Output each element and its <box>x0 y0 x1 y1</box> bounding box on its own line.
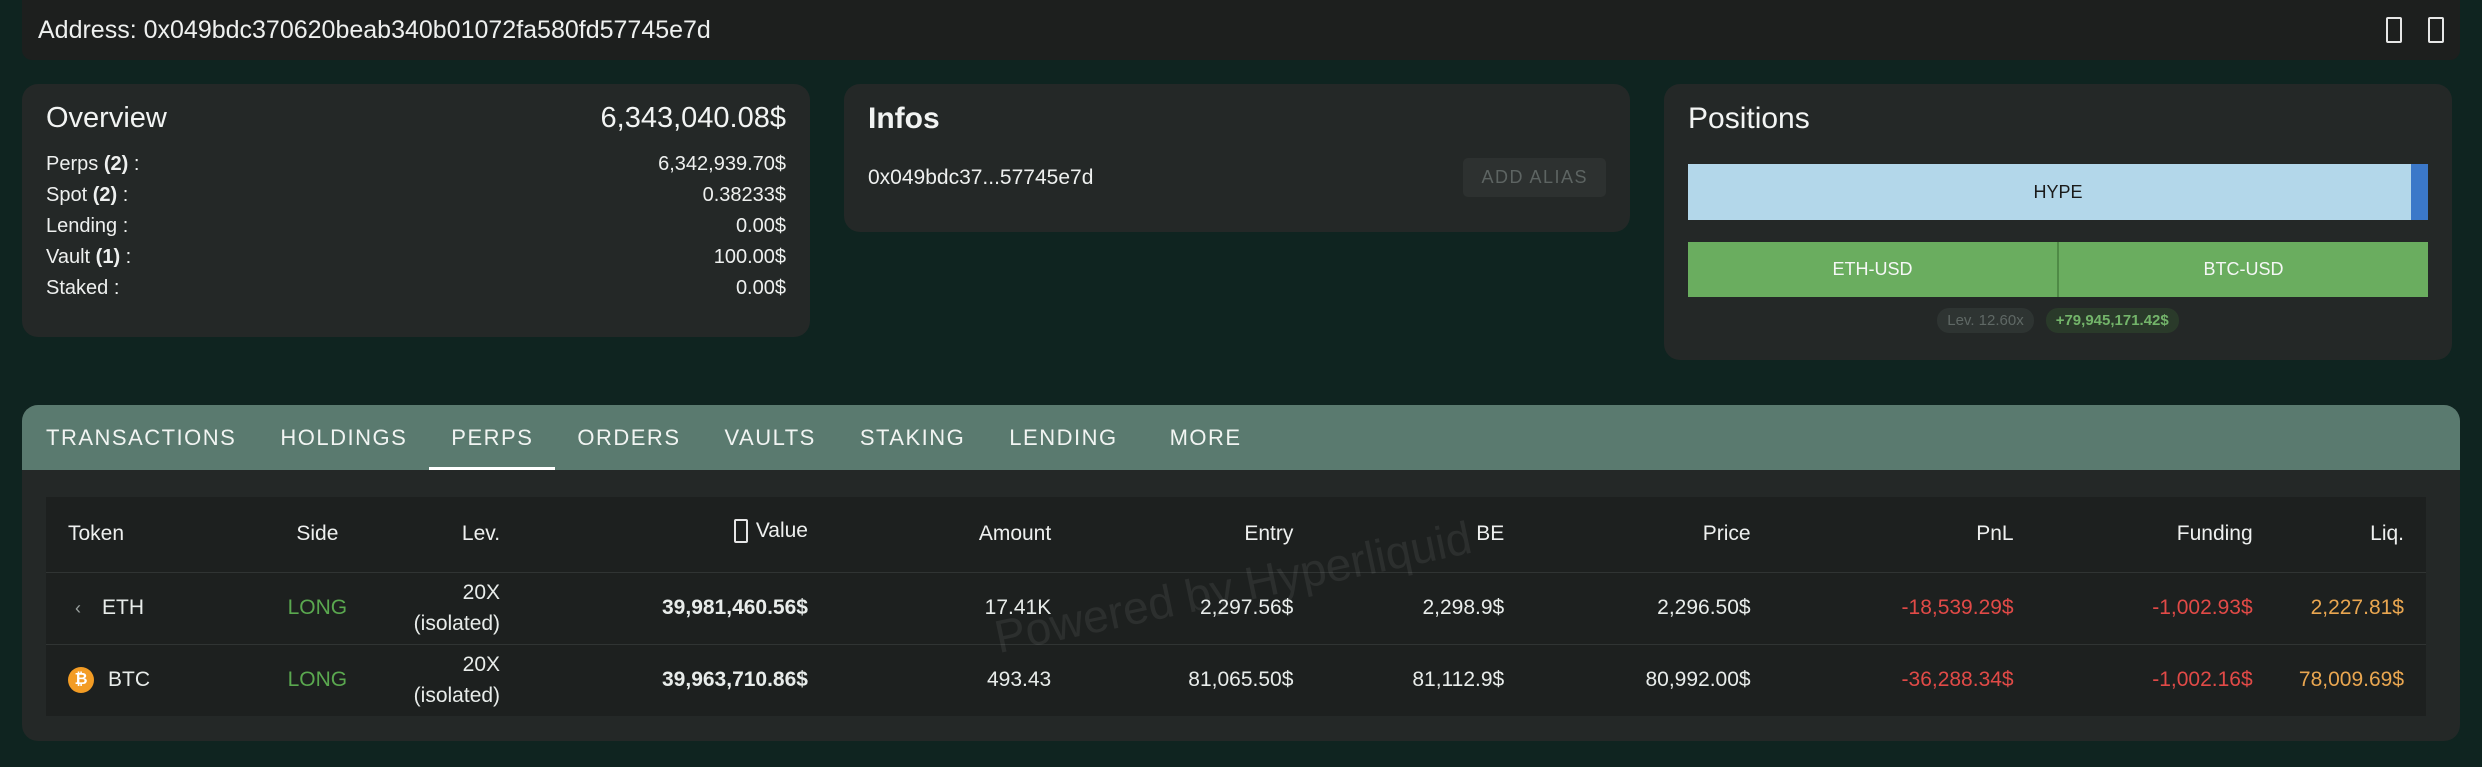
header-liq[interactable]: Liq. <box>2253 497 2426 572</box>
overview-row-vault: Vault (1) : 100.00$ <box>46 246 786 268</box>
address-text: Address: 0x049bdc370620beab340b01072fa58… <box>38 15 711 44</box>
header-be[interactable]: BE <box>1293 497 1504 572</box>
eth-icon: ‹ <box>75 597 81 618</box>
address-actions <box>2386 17 2444 43</box>
tab-lending[interactable]: LENDING <box>987 405 1139 470</box>
token-cell: ₿ BTC <box>46 644 255 716</box>
table-header-row: Token Side Lev. Value Amount Entry BE Pr… <box>46 497 2426 572</box>
pairs-allocation-bar: ETH-USD BTC-USD <box>1688 242 2428 297</box>
pair-segment-eth[interactable]: ETH-USD <box>1688 242 2057 297</box>
position-amount: 17.41K <box>984 596 1052 619</box>
tab-bar: TRANSACTIONS HOLDINGS PERPS ORDERS VAULT… <box>22 405 2460 470</box>
tab-orders[interactable]: ORDERS <box>555 405 702 470</box>
overview-title: Overview <box>46 102 167 134</box>
header-value-cell: Value <box>500 497 808 572</box>
pnl-value: -36,288.34$ <box>1901 668 2014 692</box>
position-value: 39,963,710.86$ <box>662 668 808 692</box>
leverage-cell: 20X (isolated) <box>380 572 500 644</box>
add-alias-button[interactable]: ADD ALIAS <box>1463 158 1606 197</box>
address-bar: Address: 0x049bdc370620beab340b01072fa58… <box>22 0 2460 60</box>
header-pnl[interactable]: PnL <box>1751 497 2013 572</box>
leverage-badge: Lev. 12.60x <box>1937 308 2034 333</box>
break-even-price: 81,112.9$ <box>1412 668 1505 692</box>
pnl-badge: +79,945,171.42$ <box>2045 308 2179 333</box>
leverage-value: 20X <box>462 653 501 677</box>
btc-icon: ₿ <box>68 667 94 694</box>
liquidation-price: 2,227.81$ <box>2310 596 2404 619</box>
overview-row-lending: Lending : 0.00$ <box>46 215 786 237</box>
box-icon[interactable] <box>2386 17 2402 43</box>
overview-card: Overview 6,343,040.08$ Perps (2) : 6,342… <box>22 84 810 337</box>
overview-row-perps: Perps (2) : 6,342,939.70$ <box>46 153 786 175</box>
entry-price: 2,297.56$ <box>1199 596 1294 619</box>
tab-vaults[interactable]: VAULTS <box>703 405 838 470</box>
side-value: LONG <box>287 668 348 692</box>
header-amount[interactable]: Amount <box>808 497 1051 572</box>
break-even-price: 2,298.9$ <box>1422 596 1505 619</box>
hype-allocation-bar[interactable]: HYPE <box>1688 164 2428 220</box>
token-name: BTC <box>108 668 150 692</box>
entry-price: 81,065.50$ <box>1188 668 1294 692</box>
leverage-mode: (isolated) <box>413 612 501 635</box>
header-lev[interactable]: Lev. <box>380 497 500 572</box>
position-value: 39,981,460.56$ <box>662 596 808 619</box>
tab-transactions[interactable]: TRANSACTIONS <box>46 405 258 470</box>
box-icon <box>733 519 748 544</box>
pair-segment-btc[interactable]: BTC-USD <box>2057 242 2428 297</box>
position-amount: 493.43 <box>986 668 1052 692</box>
infos-title: Infos <box>868 102 940 135</box>
token-cell: ‹ ETH <box>46 572 255 644</box>
liquidation-price: 78,009.69$ <box>2298 668 2404 692</box>
header-price[interactable]: Price <box>1504 497 1751 572</box>
positions-card: Positions HYPE ETH-USD BTC-USD Lev. 12.6… <box>1664 84 2452 360</box>
hype-bar-remainder <box>2411 164 2428 220</box>
header-token[interactable]: Token <box>46 497 255 572</box>
box-icon[interactable] <box>2428 17 2444 43</box>
header-entry[interactable]: Entry <box>1051 497 1293 572</box>
tab-staking[interactable]: STAKING <box>838 405 987 470</box>
positions-title: Positions <box>1688 102 1810 135</box>
funding-value: -1,002.16$ <box>2152 668 2253 692</box>
infos-card: Infos 0x049bdc37...57745e7d ADD ALIAS <box>844 84 1630 232</box>
token-name: ETH <box>102 596 144 619</box>
mark-price: 80,992.00$ <box>1645 668 1751 692</box>
side-value: LONG <box>287 596 348 619</box>
hype-label: HYPE <box>2033 181 2083 202</box>
perps-table: Token Side Lev. Value Amount Entry BE Pr… <box>46 497 2426 716</box>
header-side[interactable]: Side <box>255 497 380 572</box>
table-row[interactable]: ‹ ETH LONG 20X (isolated) 39,981,460.56$… <box>46 572 2426 644</box>
short-address: 0x049bdc37...57745e7d <box>868 165 1094 189</box>
header-funding[interactable]: Funding <box>2014 497 2253 572</box>
overview-row-spot: Spot (2) : 0.38233$ <box>46 184 786 206</box>
table-row[interactable]: ₿ BTC LONG 20X (isolated) 39,963,710.86$… <box>46 644 2426 716</box>
pnl-value: -18,539.29$ <box>1901 596 2014 619</box>
tab-more[interactable]: MORE <box>1140 405 1264 470</box>
overview-total: 6,343,040.08$ <box>600 102 786 134</box>
mark-price: 2,296.50$ <box>1657 596 1751 619</box>
account-tabs-card: TRANSACTIONS HOLDINGS PERPS ORDERS VAULT… <box>22 405 2460 741</box>
header-value[interactable]: Value <box>756 519 808 543</box>
leverage-cell: 20X (isolated) <box>380 644 500 716</box>
overview-row-staked: Staked : 0.00$ <box>46 277 786 299</box>
leverage-value: 20X <box>462 581 501 604</box>
tab-holdings[interactable]: HOLDINGS <box>258 405 429 470</box>
tab-perps[interactable]: PERPS <box>429 405 556 470</box>
leverage-mode: (isolated) <box>413 684 501 708</box>
funding-value: -1,002.93$ <box>2152 596 2253 619</box>
